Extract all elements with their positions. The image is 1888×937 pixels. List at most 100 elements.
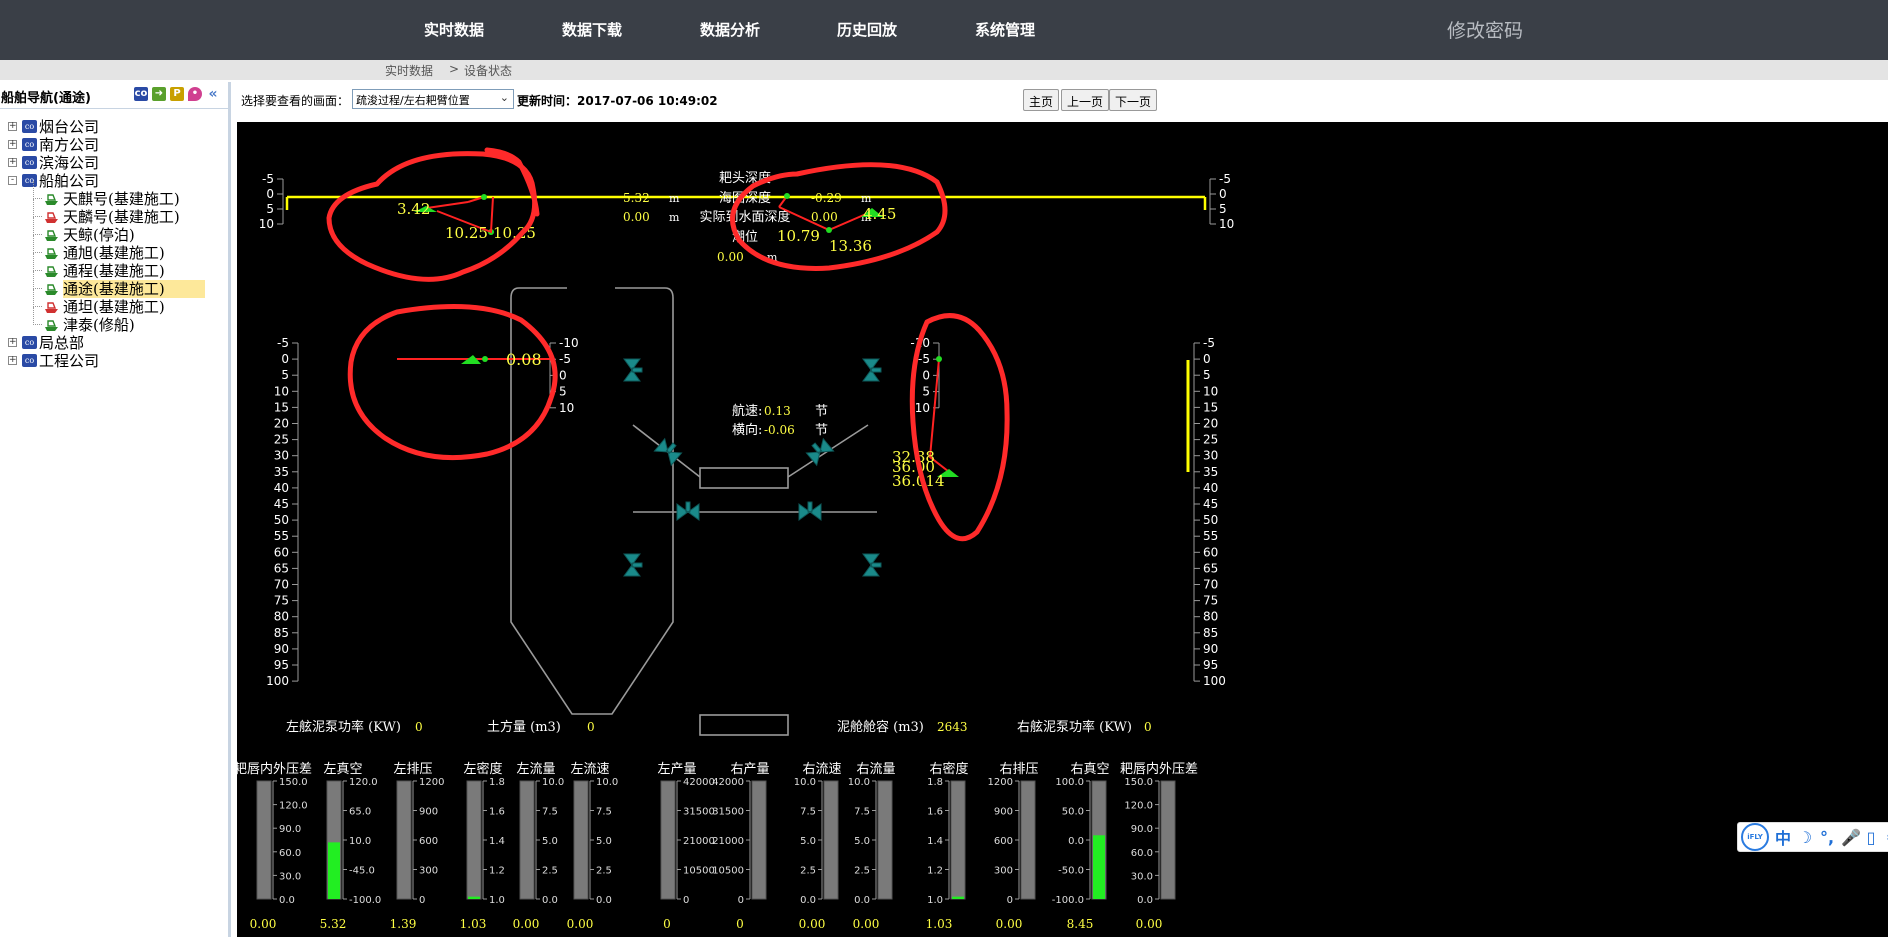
breadcrumb-root[interactable]: 实时数据 <box>385 62 433 79</box>
tree-ship-node[interactable]: 天麟号(基建施工) <box>30 199 226 226</box>
tree-ship-node[interactable]: 通坦(基建施工) <box>30 289 226 316</box>
tree-ship-node[interactable]: 天鲸(停泊) <box>30 217 226 244</box>
gauge-tick-label: 90.0 <box>279 824 301 835</box>
arrow-right-icon[interactable]: ➜ <box>152 87 166 101</box>
left-depth-scale-tick-label: 85 <box>274 626 289 640</box>
microphone-icon[interactable]: 🎤 <box>1841 828 1861 847</box>
lateral-unit: 节 <box>815 423 828 438</box>
ship-icon <box>45 194 58 205</box>
nav-data-analysis[interactable]: 数据分析 <box>700 19 760 40</box>
gauge-tick-label: 1.4 <box>489 836 505 847</box>
top-left-scale-tick-label: 0 <box>266 187 274 201</box>
gauge-label: 右流速 <box>802 762 841 777</box>
expand-icon[interactable]: + <box>8 140 17 149</box>
tree-ship-node[interactable]: 通途(基建施工) <box>30 271 226 298</box>
right-depth-scale-tick-label: 0 <box>1203 352 1211 366</box>
tree-ship-node[interactable]: 通旭(基建施工) <box>30 235 226 262</box>
gauge-tick-label: 300 <box>994 866 1013 877</box>
gauge-bar <box>823 780 839 900</box>
collapse-node-icon[interactable]: - <box>8 176 17 185</box>
ifly-input-toolbar[interactable]: iFLY 中 ☽ °, 🎤 ▯ ⚙ <box>1737 822 1888 852</box>
right-depth-scale-tick-label: 100 <box>1203 674 1226 688</box>
tree-connector <box>33 199 42 217</box>
right-depth-scale-tick-label: 30 <box>1203 449 1218 463</box>
gauge-tick-label: 90.0 <box>1131 824 1153 835</box>
tree-company-node[interactable]: + co 滨海公司 <box>8 154 188 172</box>
expand-icon[interactable]: + <box>8 338 17 347</box>
gauge-tick-label: 0.0 <box>1137 895 1153 906</box>
left-upper-value: 10.25 <box>445 224 488 242</box>
valve-icon <box>623 553 643 577</box>
update-time: 更新时间：2017-07-06 10:49:02 <box>517 94 718 108</box>
gauge-tick-label: 0.0 <box>800 895 816 906</box>
gauge-tick-label: 30.0 <box>1131 871 1153 882</box>
tree-company-node[interactable]: + co 南方公司 <box>8 136 188 154</box>
view-select[interactable]: 疏浚过程/左右耙臂位置 ⌄ <box>352 89 514 109</box>
tree-connector <box>33 235 42 253</box>
tree-ship-node[interactable]: 通程(基建施工) <box>30 253 226 280</box>
gauge-tick-label: 5.0 <box>800 836 816 847</box>
nav-data-download[interactable]: 数据下载 <box>562 19 622 40</box>
left-mid-scale-tick-label: -5 <box>559 352 571 366</box>
gauge-tick-label: 120.0 <box>349 777 378 788</box>
gauge-label: 右产量 <box>730 762 769 777</box>
arm-joint <box>826 227 832 233</box>
phone-icon[interactable]: ▯ <box>1863 828 1879 847</box>
gauge-tick-label: 60.0 <box>1131 848 1153 859</box>
moon-icon[interactable]: ☽ <box>1797 828 1813 847</box>
gauge-label: 耙唇内外压差 <box>1120 761 1198 777</box>
home-page-button[interactable]: 主页 <box>1023 89 1060 111</box>
gauge-value: 0.00 <box>513 917 540 931</box>
gauge-tick-label: 10.0 <box>794 777 816 788</box>
gauge-tick-label: 21000 <box>712 836 744 847</box>
change-password-link[interactable]: 修改密码 <box>1447 16 1523 43</box>
gauge-fill <box>1093 835 1105 899</box>
nav-realtime-data[interactable]: 实时数据 <box>424 19 484 40</box>
pro-icon[interactable]: P <box>170 87 184 101</box>
ship-alert-icon <box>45 212 58 223</box>
right-depth-scale-tick-label: 95 <box>1203 658 1218 672</box>
location-pin-icon[interactable]: • <box>188 87 202 101</box>
left-depth-scale-tick-label: 60 <box>274 545 289 559</box>
tree-company-node[interactable]: + co 工程公司 <box>8 352 188 370</box>
next-page-button[interactable]: 下一页 <box>1109 89 1158 111</box>
gauge-tick-label: 0 <box>738 895 744 906</box>
nav-system-management[interactable]: 系统管理 <box>975 19 1035 40</box>
tree-company-node[interactable]: + co 局总部 <box>8 334 188 352</box>
ship-icon <box>45 266 58 277</box>
tree-node-label: 通旭(基建施工) <box>63 244 165 262</box>
arm-joint <box>936 356 942 362</box>
collapse-icon[interactable]: « <box>206 87 220 101</box>
tree-ship-node[interactable]: 津泰(修船) <box>30 307 226 334</box>
right-depth-scale-tick-label: 50 <box>1203 513 1218 527</box>
company-icon[interactable]: co <box>134 87 148 101</box>
gauge-tick-label: 1.0 <box>489 895 505 906</box>
top-nav-bar: 实时数据 数据下载 数据分析 历史回放 系统管理 修改密码 <box>0 0 1888 60</box>
punctuation-icon[interactable]: °, <box>1819 828 1835 847</box>
expand-icon[interactable]: + <box>8 158 17 167</box>
gauge-tick-label: 0.0 <box>542 895 558 906</box>
hopper-box <box>699 467 789 489</box>
nav-history-playback[interactable]: 历史回放 <box>837 19 897 40</box>
gauge-tick-label: 0.0 <box>596 895 612 906</box>
right-lower-value: 36.014 <box>892 472 945 490</box>
bottom-door-box <box>699 714 789 736</box>
expand-icon[interactable]: + <box>8 356 17 365</box>
left-depth-scale-tick-label: 95 <box>274 658 289 672</box>
right-depth-scale-tick-label: 65 <box>1203 561 1218 575</box>
expand-icon[interactable]: + <box>8 122 17 131</box>
tree-company-node[interactable]: + co 烟台公司 <box>8 118 188 136</box>
gauge-label: 左流速 <box>570 762 609 777</box>
prev-page-button[interactable]: 上一页 <box>1061 89 1110 111</box>
gauge-value: 0 <box>736 917 744 931</box>
gauge-tick-label: 1.8 <box>927 777 943 788</box>
gauge-tick-label: 1200 <box>419 777 444 788</box>
gauge-tick-label: 5.0 <box>854 836 870 847</box>
left-pump-value: 0 <box>415 720 423 734</box>
gauge-tick-label: 120.0 <box>1124 801 1153 812</box>
tree-ship-node[interactable]: 天麒号(基建施工) <box>30 181 226 208</box>
tree-node-label: 通程(基建施工) <box>63 262 165 280</box>
chinese-mode-icon[interactable]: 中 <box>1775 825 1791 849</box>
gauge-value: 0.00 <box>1136 917 1163 931</box>
top-right-scale-tick-label: 10 <box>1219 217 1234 231</box>
